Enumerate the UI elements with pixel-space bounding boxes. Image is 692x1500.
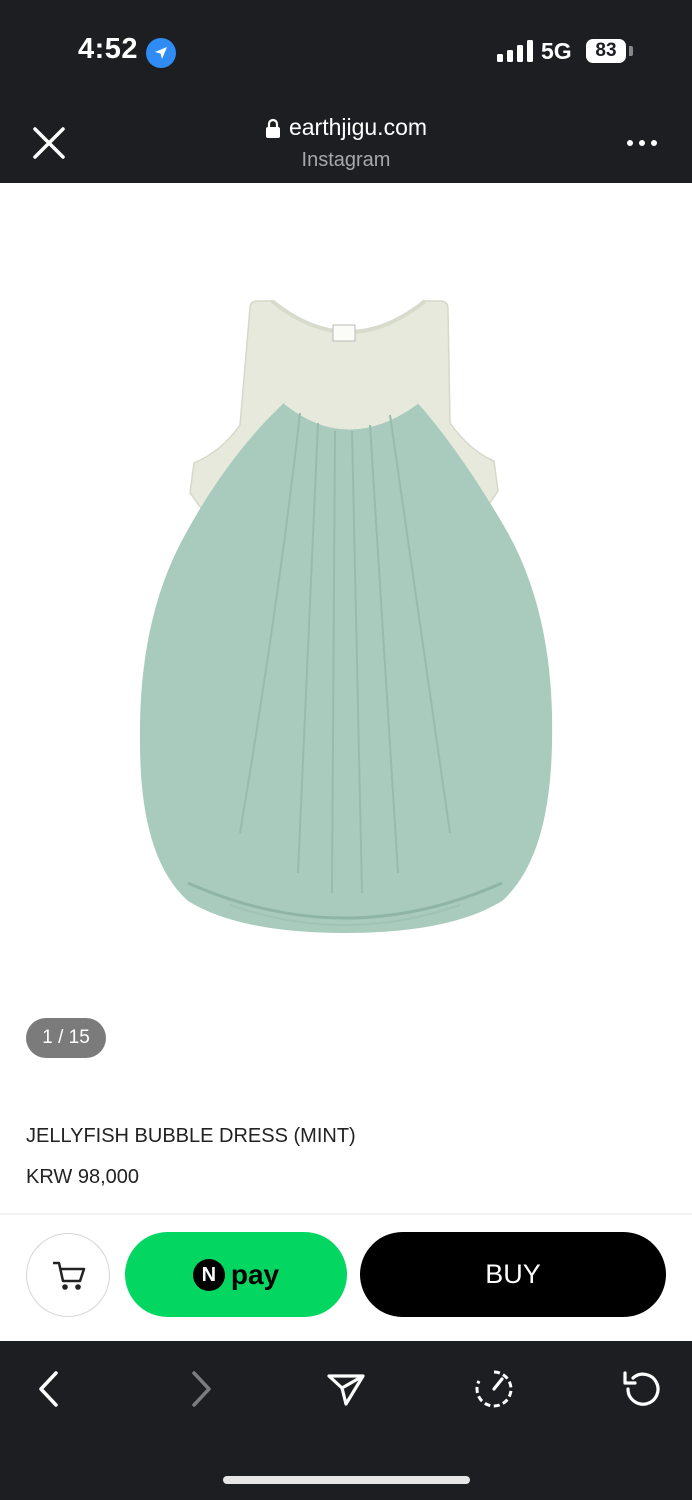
site-domain: earthjigu.com bbox=[288, 114, 428, 140]
home-indicator[interactable] bbox=[223, 1476, 470, 1484]
cart-icon bbox=[53, 1261, 86, 1290]
browser-header: earthjigu.com Instagram bbox=[0, 100, 692, 183]
speed-icon[interactable] bbox=[474, 1369, 514, 1409]
buy-button[interactable]: BUY bbox=[360, 1232, 666, 1317]
url-display[interactable]: earthjigu.com Instagram bbox=[0, 114, 692, 172]
status-bar: 4:52 5G 83 bbox=[0, 0, 692, 100]
network-type: 5G bbox=[541, 38, 572, 64]
browser-toolbar bbox=[0, 1341, 692, 1500]
npay-logo-icon: N bbox=[192, 1258, 225, 1291]
cart-button[interactable] bbox=[26, 1233, 110, 1317]
battery-nub bbox=[629, 46, 633, 56]
reload-icon[interactable] bbox=[622, 1369, 662, 1409]
product-name: JELLYFISH BUBBLE DRESS (MINT) bbox=[26, 1125, 356, 1147]
npay-label: pay bbox=[230, 1258, 280, 1290]
npay-button[interactable]: N pay bbox=[125, 1232, 347, 1317]
browser-source: Instagram bbox=[301, 148, 391, 171]
product-price: KRW 98,000 bbox=[26, 1166, 140, 1188]
cellular-signal-icon bbox=[497, 40, 533, 62]
product-image[interactable] bbox=[90, 273, 600, 973]
battery-icon: 83 bbox=[586, 39, 626, 63]
divider bbox=[0, 1213, 692, 1215]
lock-icon bbox=[265, 118, 280, 138]
image-counter: 1 / 15 bbox=[26, 1018, 106, 1058]
forward-icon[interactable] bbox=[180, 1369, 220, 1409]
location-arrow-icon bbox=[146, 38, 176, 68]
send-icon[interactable] bbox=[326, 1369, 366, 1409]
product-page: 1 / 15 JELLYFISH BUBBLE DRESS (MINT) KRW… bbox=[0, 183, 692, 1341]
more-icon[interactable] bbox=[626, 138, 658, 148]
status-time: 4:52 bbox=[78, 33, 139, 65]
back-icon[interactable] bbox=[30, 1369, 70, 1409]
